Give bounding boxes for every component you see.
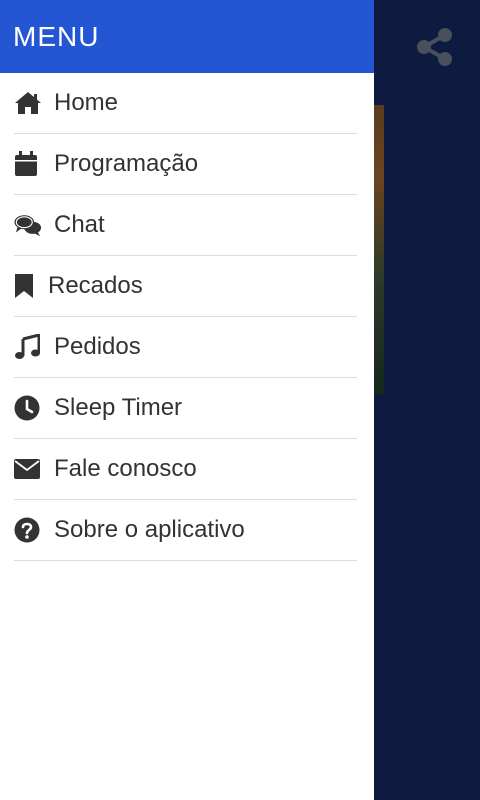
menu-item-label: Home (54, 89, 119, 116)
clock-icon (14, 394, 42, 422)
chat-icon (14, 211, 42, 239)
bookmark-icon (14, 272, 36, 300)
share-button[interactable] (414, 26, 456, 68)
share-icon (417, 28, 452, 66)
drawer-title: MENU (13, 20, 100, 52)
music-note-icon (14, 333, 42, 361)
menu-item-label: Chat (54, 211, 105, 238)
app-screen: MENU Home Programação Chat Recados Pedid… (0, 0, 480, 800)
menu-item-label: Pedidos (54, 333, 141, 360)
menu-item-label: Sobre o aplicativo (54, 516, 245, 543)
drawer-header: MENU (0, 0, 374, 73)
menu-item-label: Recados (48, 272, 143, 299)
question-circle-icon (14, 516, 42, 544)
menu-item-label: Sleep Timer (54, 394, 183, 421)
menu-list: Home Programação Chat Recados Pedidos Sl… (0, 73, 374, 561)
menu-item-label: Programação (54, 150, 199, 177)
menu-item-recados[interactable]: Recados (14, 256, 357, 317)
menu-item-fale-conosco[interactable]: Fale conosco (14, 439, 357, 500)
menu-item-pedidos[interactable]: Pedidos (14, 317, 357, 378)
envelope-icon (14, 455, 42, 483)
menu-item-label: Fale conosco (54, 455, 197, 482)
menu-item-sleep-timer[interactable]: Sleep Timer (14, 378, 357, 439)
menu-item-programacao[interactable]: Programação (14, 134, 357, 195)
calendar-icon (14, 150, 42, 178)
home-icon (14, 89, 42, 117)
menu-item-chat[interactable]: Chat (14, 195, 357, 256)
menu-item-sobre[interactable]: Sobre o aplicativo (14, 500, 357, 561)
navigation-drawer: MENU Home Programação Chat Recados Pedid… (0, 0, 374, 800)
menu-item-home[interactable]: Home (14, 73, 357, 134)
